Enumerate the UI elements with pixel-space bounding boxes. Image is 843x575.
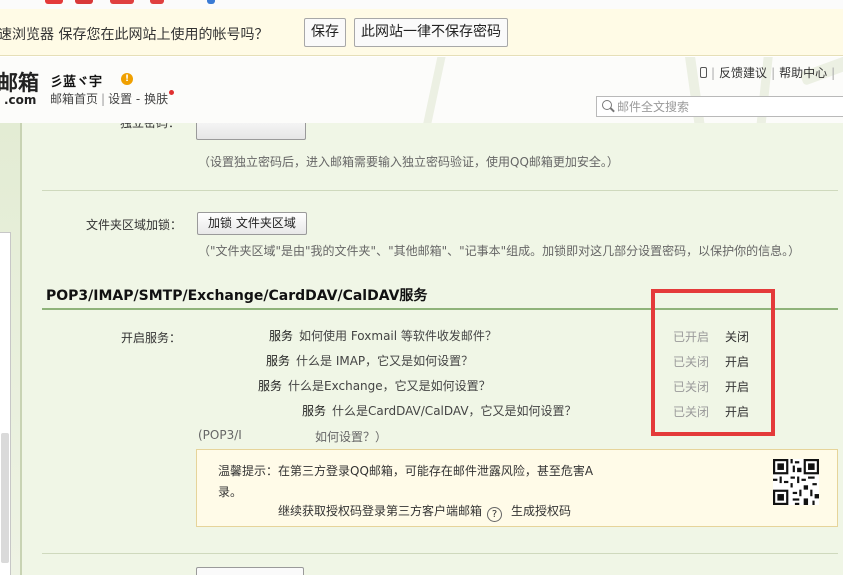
independent-password-hint: （设置独立密码后，进入邮箱需要输入独立密码验证，使用QQ邮箱更加安全。） [198,155,619,169]
nav-dash: - [135,92,141,106]
warning-icon[interactable]: ! [121,73,133,85]
link-separator: | [711,66,716,80]
save-password-message: 速浏览器 保存您在此网站上使用的帐号吗？ [0,27,269,43]
highlight-annotation-box [651,289,775,436]
folder-lock-hint: （"文件夹区域"是由"我的文件夹"、"其他邮箱"、"记事本"组成。加锁即对这几部… [198,244,801,258]
service-row-exchange: 服务 什么是Exchange，它又是如何设置？ [258,377,491,394]
help-question-icon[interactable]: ? [487,507,503,522]
tip-line-3: 继续获取授权码登录第三方客户端邮箱? 生成授权码 [278,502,571,522]
service-row-imap: 服务 什么是 IMAP，它又是如何设置？ [266,352,473,369]
account-username: 彡蓝ヾ宇 [50,75,103,90]
tab-fragment [110,0,134,4]
security-tip-box: 温馨提示：在第三方登录QQ邮箱，可能存在邮件泄露风险，甚至危害A 录。 继续获取… [196,449,838,527]
next-setting-button[interactable] [196,567,304,575]
help-center-link[interactable]: 帮助中心 [779,66,827,80]
feedback-link[interactable]: 反馈建议 [719,66,767,80]
independent-password-label-cut: 独立密码： [120,123,180,130]
nav-link-skin[interactable]: 换肤 [144,92,168,106]
service-help-link[interactable]: 如何使用 Foxmail 等软件收发邮件？ [299,329,497,343]
browser-tab-strip [0,0,843,9]
nav-link-settings[interactable]: 设置 [108,92,132,106]
generate-auth-code-link[interactable]: 生成授权码 [511,504,571,518]
save-password-button[interactable]: 保存 [304,18,346,47]
service-name: 服务 [266,354,291,368]
tab-fragment [75,0,93,4]
content-border [21,123,22,575]
save-password-bar: 速浏览器 保存您在此网站上使用的帐号吗？ 保存 此网站一律不保存密码 [0,9,843,56]
auth-code-text: 继续获取授权码登录第三方客户端邮箱 [278,504,483,518]
mobile-phone-icon[interactable] [700,67,707,78]
set-independent-password-button[interactable] [196,123,306,140]
service-help-link[interactable]: 什么是 IMAP，它又是如何设置？ [296,354,473,368]
service-name: 服务 [258,379,283,393]
enable-service-label: 开启服务： [121,331,182,345]
never-save-password-button[interactable]: 此网站一律不保存密码 [354,18,508,47]
mail-logo-domain: .com [4,93,37,107]
mail-header: 邮箱 .com 彡蓝ヾ宇 ! 邮箱首页 | 设置 - 换肤 | 反馈建议 | 帮助中心 | [0,57,843,123]
left-folder-panel [0,232,11,575]
folder-lock-label: 文件夹区域加锁： [86,218,183,232]
tab-fragment [150,0,164,4]
new-dot-icon [169,90,175,95]
nav-separator: | [101,92,106,106]
pop3-note-prefix: (POP3/I [198,428,242,442]
nav-link-home[interactable]: 邮箱首页 [50,92,98,106]
service-help-link[interactable]: 什么是CardDAV/CalDAV，它又是如何设置？ [332,404,577,418]
tab-fragment [45,0,63,4]
mail-search-box[interactable] [596,96,843,117]
section-title: POP3/IMAP/SMTP/Exchange/CardDAV/CalDAV服务 [46,288,428,304]
divider [42,190,838,191]
header-nav: 邮箱首页 | 设置 - 换肤 [50,90,175,107]
lock-folder-area-button[interactable]: 加锁 文件夹区域 [197,212,307,235]
tip-line-1: 温馨提示：在第三方登录QQ邮箱，可能存在邮件泄露风险，甚至危害A [218,464,594,478]
bamboo-decoration [420,57,448,123]
link-separator: | [771,66,776,80]
divider [42,553,838,554]
service-help-link[interactable]: 什么是Exchange，它又是如何设置？ [288,379,491,393]
service-name: 服务 [302,404,327,418]
qr-code-icon [773,459,819,505]
tab-fragment [207,0,215,4]
service-row-pop3: 服务 如何使用 Foxmail 等软件收发邮件？ [269,327,497,344]
tip-line-2: 录。 [218,485,243,499]
service-row-carddav: 服务 什么是CardDAV/CalDAV，它又是如何设置？ [302,402,577,419]
link-separator: | [831,66,836,80]
search-icon [602,100,612,110]
left-panel-scrollbar[interactable] [1,433,9,563]
search-input[interactable] [617,98,843,115]
top-links: | 反馈建议 | 帮助中心 | [700,64,839,81]
pop3-note-link[interactable]: 如何设置？） [315,428,387,445]
service-name: 服务 [269,329,294,343]
